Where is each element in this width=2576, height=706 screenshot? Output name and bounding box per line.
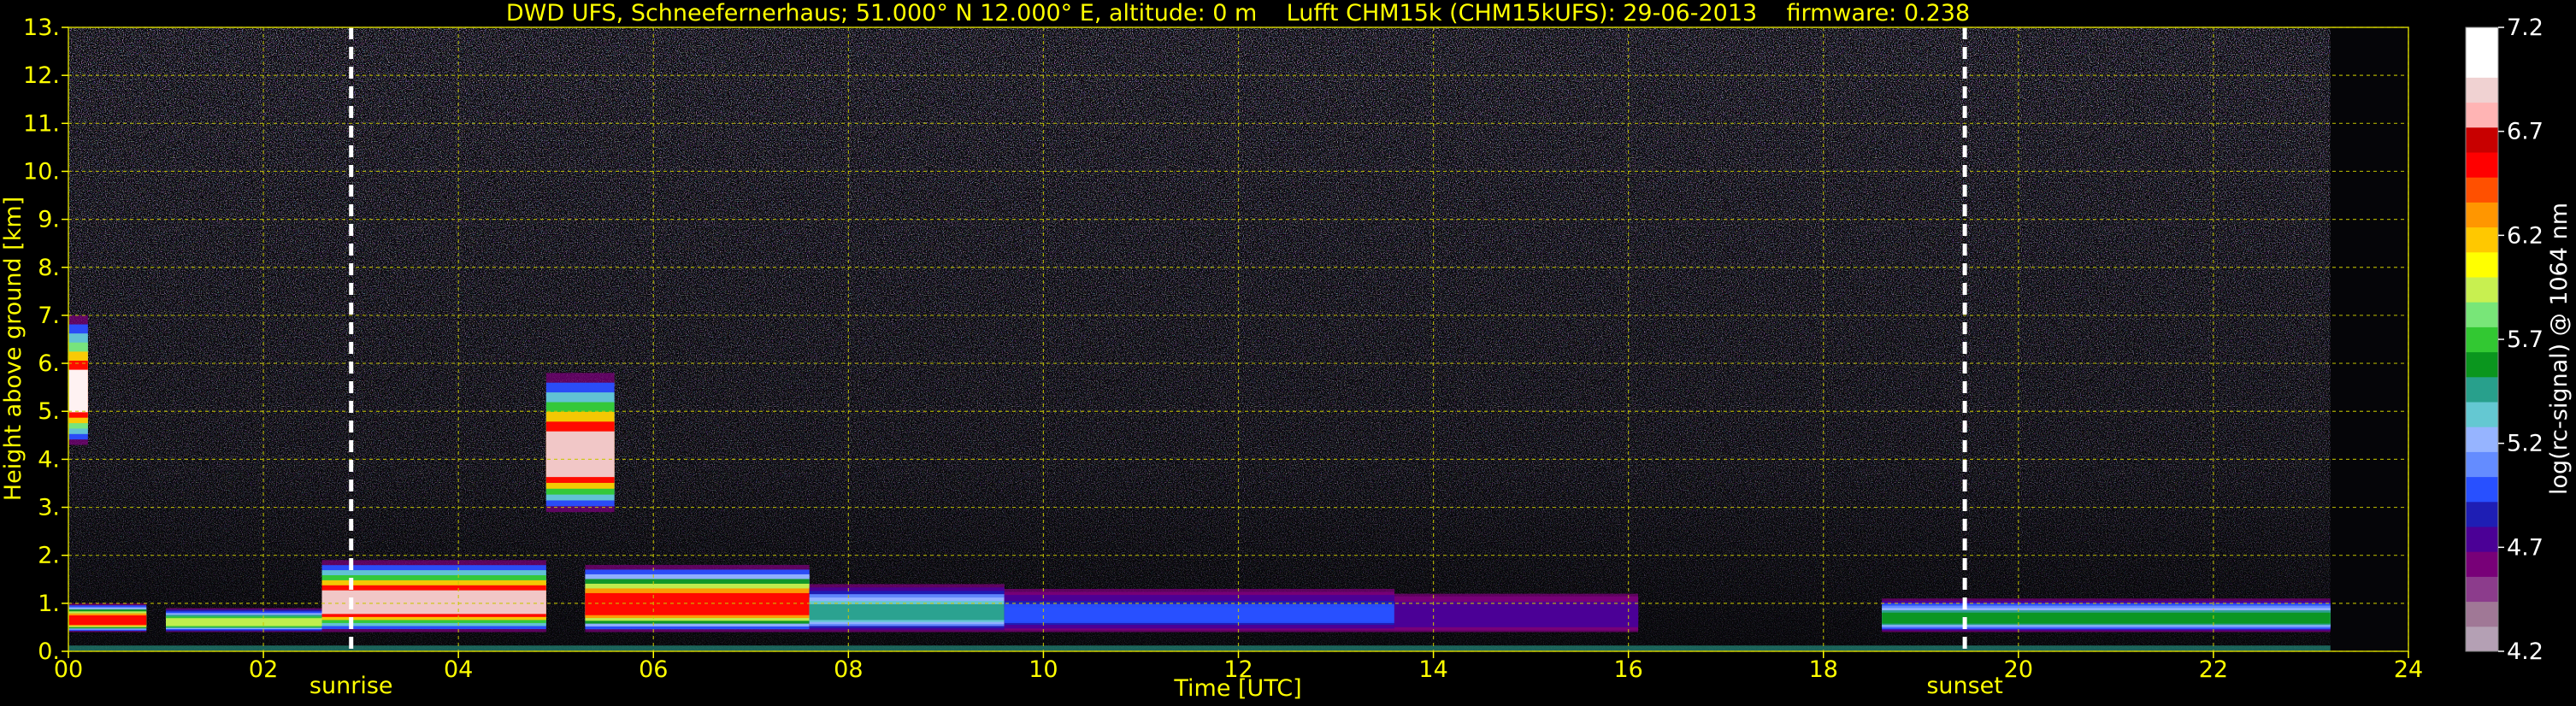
y-tick-label: 4.	[38, 446, 60, 473]
colorbar-tick-label: 5.2	[2507, 431, 2544, 457]
y-tick-label: 1.	[38, 591, 60, 617]
boundary-layer-band	[321, 560, 546, 632]
colorbar-swatch	[2466, 427, 2498, 452]
x-tick-label: 24	[2394, 656, 2423, 683]
y-tick-label: 2.	[38, 543, 60, 569]
colorbar-swatch	[2466, 126, 2498, 153]
colorbar-swatch	[2466, 527, 2498, 552]
colorbar-swatch	[2466, 27, 2498, 53]
colorbar-tick-label: 7.2	[2507, 15, 2544, 41]
ceilometer-chart: sunrise sunset 00 02 04 06 08 10 12 14 16 18 20 22 24…	[0, 0, 2576, 706]
colorbar-swatch	[2466, 102, 2498, 128]
colorbar-swatch	[2466, 251, 2498, 278]
y-axis-label: Height above ground [km]	[0, 197, 27, 501]
y-tick-label: 6.	[38, 350, 60, 377]
x-tick-label: 20	[2004, 656, 2033, 683]
boundary-layer-band	[1004, 589, 1394, 632]
plot-area	[68, 27, 2408, 651]
y-tick-label: 8.	[38, 255, 60, 281]
x-tick-label: 10	[1029, 656, 1058, 683]
surface-signal	[68, 645, 2331, 651]
y-tick-label: 11.	[23, 110, 60, 137]
y-tick-label: 10.	[23, 158, 60, 185]
colorbar-swatch	[2466, 227, 2498, 253]
chart-title: DWD UFS, Schneefernerhaus; 51.000° N 12.…	[506, 0, 1970, 26]
cloud-layer	[68, 315, 88, 445]
colorbar-swatch	[2466, 576, 2498, 603]
colorbar-swatch	[2466, 202, 2498, 228]
colorbar-tick-label: 6.2	[2507, 222, 2544, 249]
colorbar-swatch	[2466, 626, 2498, 652]
colorbar-tick-label: 4.7	[2507, 534, 2544, 561]
colorbar-swatch	[2466, 551, 2498, 577]
sunrise-label: sunrise	[309, 673, 393, 699]
x-tick-label: 18	[1809, 656, 1838, 683]
colorbar-swatch	[2466, 277, 2498, 303]
boundary-layer-band	[585, 564, 810, 632]
y-tick-label: 0.	[38, 638, 60, 665]
boundary-layer-band	[166, 608, 322, 632]
y-tick-label: 9.	[38, 207, 60, 233]
x-tick-label: 06	[639, 656, 668, 683]
colorbar-swatch	[2466, 501, 2498, 527]
colorbar-swatch	[2466, 52, 2498, 78]
colorbar-tick-label: 6.7	[2507, 119, 2544, 145]
colorbar-label: log(rc-signal) @ 1064 nm	[2546, 203, 2573, 495]
sunset-label: sunset	[1926, 673, 2003, 699]
cloud-layer	[545, 373, 615, 513]
y-tick-label: 5.	[38, 398, 60, 425]
x-tick-label: 14	[1418, 656, 1447, 683]
colorbar-swatch	[2466, 77, 2498, 103]
boundary-layer-band	[1882, 598, 2331, 632]
boundary-layer-band	[1394, 593, 1639, 632]
signal-noise	[68, 27, 2331, 651]
colorbar-swatch	[2466, 177, 2498, 203]
colorbar-swatch	[2466, 451, 2498, 478]
y-tick-label: 12.	[23, 62, 60, 89]
x-tick-label: 04	[444, 656, 473, 683]
boundary-layer-band	[68, 603, 147, 632]
x-tick-label: 02	[249, 656, 278, 683]
x-tick-label: 22	[2199, 656, 2228, 683]
y-tick-label: 7.	[38, 303, 60, 329]
x-axis-label: Time [UTC]	[1173, 675, 1301, 702]
colorbar-tick-label: 5.7	[2507, 327, 2544, 353]
y-tick-label: 13.	[23, 15, 60, 41]
colorbar-swatch	[2466, 152, 2498, 178]
x-tick-label: 08	[834, 656, 863, 683]
colorbar-swatch	[2466, 402, 2498, 427]
boundary-layer-band	[809, 584, 1005, 632]
x-tick-label: 16	[1613, 656, 1642, 683]
colorbar-swatch	[2466, 327, 2498, 353]
y-tick-label: 3.	[38, 495, 60, 521]
colorbar-swatch	[2466, 601, 2498, 627]
colorbar-swatch	[2466, 351, 2498, 378]
colorbar-swatch	[2466, 376, 2498, 403]
colorbar-swatch	[2466, 302, 2498, 327]
colorbar-tick-label: 4.2	[2507, 638, 2544, 665]
colorbar-swatch	[2466, 476, 2498, 503]
